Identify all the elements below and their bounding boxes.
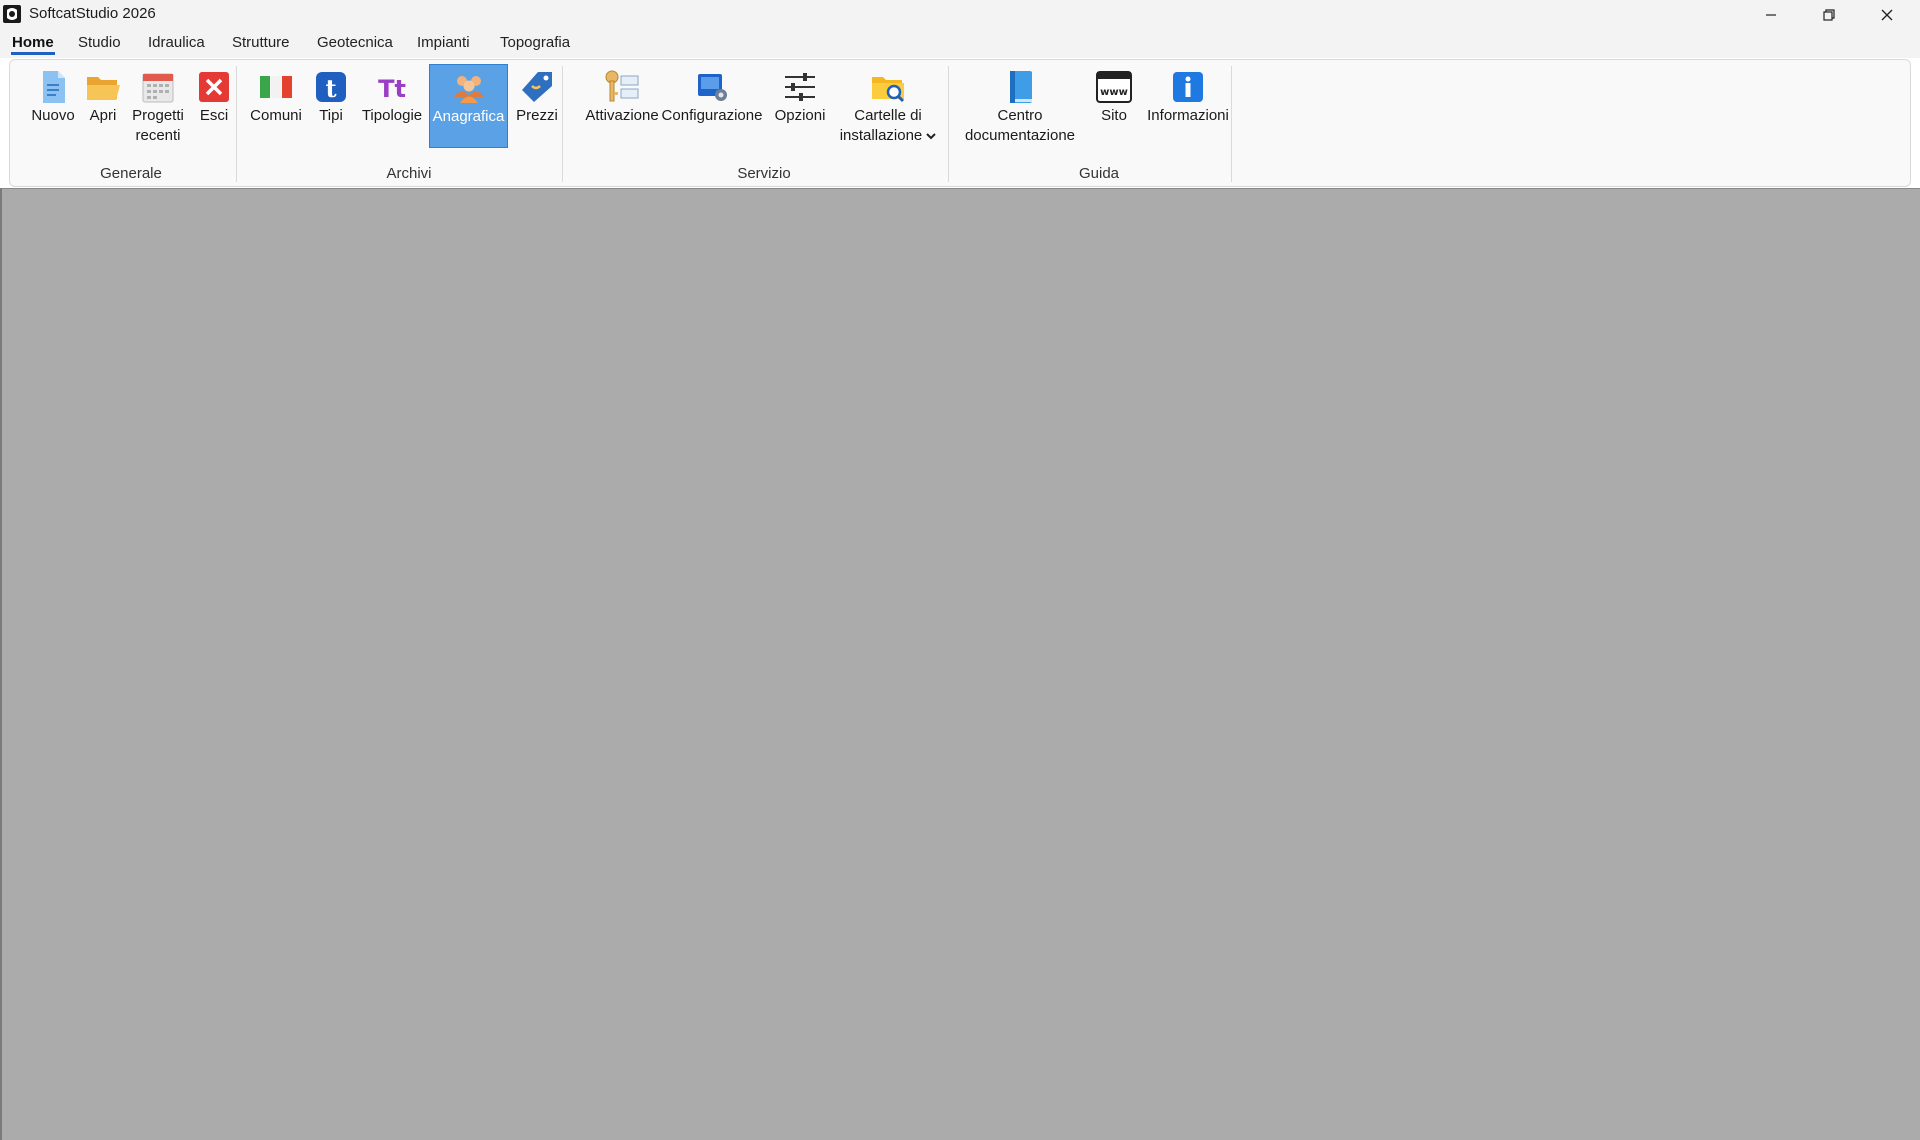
exit-icon — [195, 68, 233, 106]
esci-button[interactable]: Esci — [190, 64, 238, 148]
tab-strutture[interactable]: Strutture — [232, 34, 290, 51]
sliders-icon — [781, 68, 819, 106]
ribbon-panel: Nuovo Apri Progetti recenti Esci General… — [9, 59, 1911, 187]
cartelle-label-2: installazione — [839, 127, 923, 144]
calendar-icon — [139, 68, 177, 106]
anagrafica-label: Anagrafica — [432, 108, 505, 125]
tab-idraulica[interactable]: Idraulica — [148, 34, 205, 51]
restore-icon — [1823, 8, 1835, 21]
progetti-recenti-label-2: recenti — [135, 127, 181, 144]
group-label-archivi: Archivi — [386, 165, 432, 182]
attivazione-button[interactable]: Attivazione — [572, 64, 672, 148]
configurazione-button[interactable]: Configurazione — [658, 64, 766, 148]
informazioni-label: Informazioni — [1147, 107, 1229, 124]
ribbon-tabs: Home Studio Idraulica Strutture Geotecni… — [0, 29, 1920, 58]
key-icon — [603, 68, 641, 106]
tipi-button[interactable]: t Tipi — [310, 64, 352, 148]
esci-label: Esci — [199, 107, 229, 124]
book-icon — [1001, 68, 1039, 106]
centro-label-1: Centro — [997, 107, 1043, 124]
configurazione-label: Configurazione — [661, 107, 763, 124]
people-icon — [450, 69, 488, 107]
comuni-button[interactable]: Comuni — [246, 64, 306, 148]
info-icon — [1169, 68, 1207, 106]
apri-label: Apri — [89, 107, 117, 124]
italian-flag-icon — [257, 68, 295, 106]
t-letter-icon: t — [312, 68, 350, 106]
tab-geotecnica[interactable]: Geotecnica — [317, 34, 393, 51]
group-separator — [1231, 66, 1232, 182]
sito-label: Sito — [1101, 107, 1127, 124]
app-logo-icon — [2, 4, 22, 24]
opzioni-button[interactable]: Opzioni — [768, 64, 832, 148]
svg-text:www: www — [1100, 87, 1128, 98]
restore-button[interactable] — [1800, 0, 1858, 29]
tab-studio[interactable]: Studio — [78, 34, 121, 51]
nuovo-label: Nuovo — [31, 107, 75, 124]
tab-home[interactable]: Home — [12, 34, 54, 51]
minimize-button[interactable] — [1742, 0, 1800, 29]
open-folder-icon — [84, 68, 122, 106]
tab-impianti[interactable]: Impianti — [417, 34, 470, 51]
centro-documentazione-button[interactable]: Centro documentazione — [962, 64, 1078, 148]
prezzi-button[interactable]: Prezzi — [512, 64, 562, 148]
svg-text:Tt: Tt — [378, 75, 406, 103]
configuration-icon — [693, 68, 731, 106]
informazioni-button[interactable]: Informazioni — [1140, 64, 1236, 148]
cartelle-installazione-button[interactable]: Cartelle di installazione — [836, 64, 940, 148]
close-icon — [1881, 9, 1893, 20]
cartelle-label-1: Cartelle di — [854, 107, 922, 124]
progetti-recenti-label-1: Progetti — [132, 107, 184, 124]
attivazione-label: Attivazione — [585, 107, 659, 124]
price-tag-icon — [518, 68, 556, 106]
close-button[interactable] — [1858, 0, 1916, 29]
centro-label-2: documentazione — [964, 127, 1076, 144]
workspace-area — [0, 188, 1920, 1140]
opzioni-label: Opzioni — [774, 107, 826, 124]
folder-search-icon — [869, 68, 907, 106]
minimize-icon — [1766, 13, 1776, 16]
group-separator — [236, 66, 237, 182]
tipi-label: Tipi — [319, 107, 343, 124]
group-label-servizio: Servizio — [737, 165, 791, 182]
sito-button[interactable]: www Sito — [1090, 64, 1138, 148]
tipologie-button[interactable]: Tt Tipologie — [358, 64, 426, 148]
svg-text:t: t — [325, 74, 336, 103]
tipologie-label: Tipologie — [361, 107, 423, 124]
group-label-guida: Guida — [1078, 165, 1120, 182]
cartelle-label-row: installazione — [840, 126, 937, 146]
www-icon: www — [1095, 68, 1133, 106]
active-tab-indicator — [11, 52, 55, 55]
tab-topografia[interactable]: Topografia — [500, 34, 570, 51]
group-separator — [562, 66, 563, 182]
progetti-recenti-button[interactable]: Progetti recenti — [122, 64, 194, 148]
chevron-down-icon — [926, 133, 936, 140]
comuni-label: Comuni — [250, 107, 302, 124]
title-bar: SoftcatStudio 2026 — [0, 0, 1920, 29]
new-document-icon — [34, 68, 72, 106]
tt-letters-icon: Tt — [373, 68, 411, 106]
window-title: SoftcatStudio 2026 — [29, 5, 156, 22]
anagrafica-button[interactable]: Anagrafica — [429, 64, 508, 148]
group-separator — [948, 66, 949, 182]
group-label-generale: Generale — [100, 165, 162, 182]
prezzi-label: Prezzi — [516, 107, 558, 124]
